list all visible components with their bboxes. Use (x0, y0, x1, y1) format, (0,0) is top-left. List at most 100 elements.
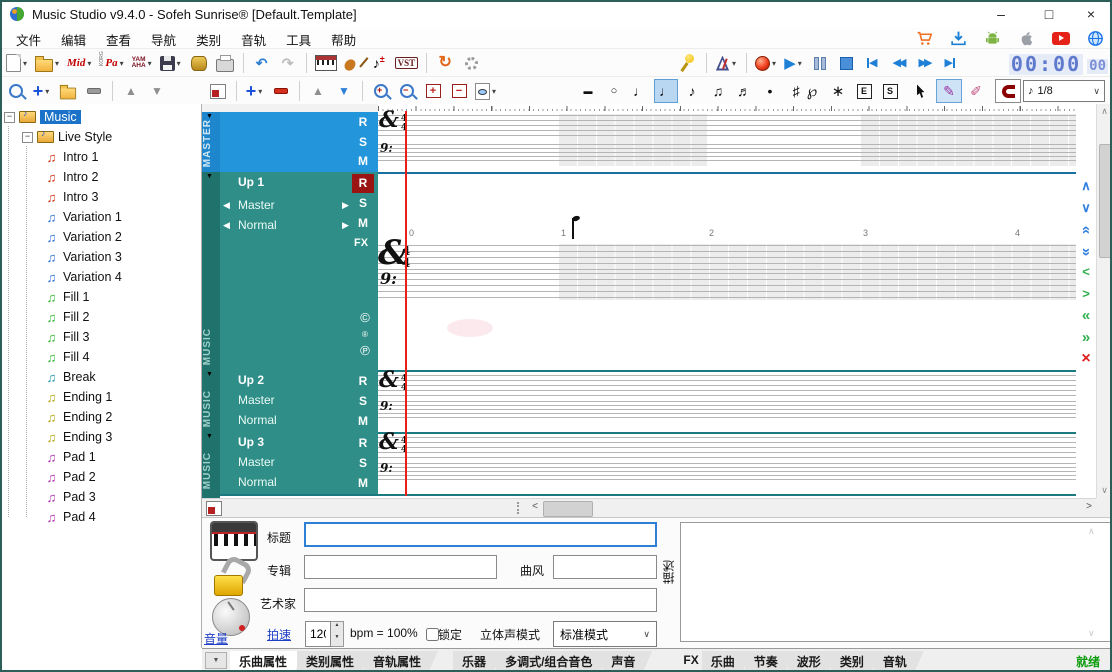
tree-item-variation-4[interactable]: ♫Variation 4 (0, 267, 201, 287)
tree-item-pad-2[interactable]: ♫Pad 2 (0, 467, 201, 487)
eighth-note-button[interactable]: ♪ (680, 79, 704, 103)
tree-item-fill-1[interactable]: ♫Fill 1 (0, 287, 201, 307)
record-button[interactable]: ▾ (753, 52, 780, 74)
scrollbar-thumb[interactable] (1099, 144, 1112, 258)
tree-item-pad-4[interactable]: ♫Pad 4 (0, 507, 201, 527)
remove-track-button[interactable] (269, 80, 293, 102)
chevron-down-icon[interactable]: ▾ (43, 87, 51, 96)
settings-button[interactable] (459, 52, 483, 74)
tree-root-row[interactable]: −Music (0, 107, 201, 127)
scroll-right-arrow[interactable]: > (1082, 501, 1096, 515)
phonogram-icon[interactable]: ℗ (354, 343, 376, 358)
tempo-spinner[interactable]: ▲▼ (305, 621, 344, 647)
tree-item-live-style[interactable]: Live Style (58, 130, 112, 144)
spinner-buttons[interactable]: ▲▼ (331, 621, 344, 647)
print-button[interactable] (213, 52, 237, 74)
ornament-button[interactable]: ∗ (826, 79, 850, 103)
volume-link[interactable]: 音量 (204, 630, 228, 647)
track-mode[interactable]: Normal (238, 218, 277, 232)
track-mute-button[interactable]: M (352, 476, 374, 490)
artist-input[interactable] (304, 588, 657, 612)
padlock-body-icon[interactable] (214, 575, 243, 596)
tree-item-intro-1[interactable]: ♫Intro 1 (0, 147, 201, 167)
expand-rows-button[interactable]: + (421, 80, 445, 102)
track-name[interactable]: Up 2 (238, 373, 264, 387)
last-measure-button[interactable]: » (1076, 329, 1096, 347)
arrow-right-icon[interactable]: ▶ (342, 200, 349, 211)
master-solo-button[interactable]: S (352, 135, 374, 149)
select-tool-button[interactable] (910, 80, 934, 102)
track-down-button[interactable]: ▼ (332, 80, 356, 102)
tab-乐器[interactable]: 乐器 (453, 651, 503, 671)
virtual-guitar-button[interactable] (341, 52, 365, 74)
pause-button[interactable] (808, 52, 832, 74)
chevron-down-icon[interactable]: ▾ (85, 59, 93, 68)
page-up-button[interactable]: « (1077, 220, 1095, 240)
tree-item-ending-2[interactable]: ♫Ending 2 (0, 407, 201, 427)
track-mode[interactable]: Normal (238, 475, 277, 489)
master-mute-button[interactable]: M (352, 154, 374, 168)
metronome-button[interactable]: ▾ (713, 52, 740, 74)
chevron-down-icon[interactable]: ▾ (730, 59, 738, 68)
tree-item-variation-3[interactable]: ♫Variation 3 (0, 247, 201, 267)
redo-button[interactable]: ↷ (276, 52, 300, 74)
scroll-down-button[interactable]: ∨ (1076, 200, 1096, 218)
master-record-button[interactable]: R (352, 115, 374, 129)
collapse-icon[interactable]: ▼ (206, 371, 213, 379)
tab-声音[interactable]: 声音 (602, 651, 652, 671)
tree-item-fill-4[interactable]: ♫Fill 4 (0, 347, 201, 367)
collapse-icon[interactable]: ▼ (206, 433, 213, 441)
track-solo-button[interactable]: S (352, 394, 374, 408)
chevron-down-icon[interactable]: ▾ (796, 59, 804, 68)
chevron-down-icon[interactable]: ▾ (770, 59, 778, 68)
snap-toggle-button[interactable] (995, 79, 1021, 103)
scrollbar-thumb[interactable] (543, 501, 593, 517)
dot-button[interactable]: • (758, 79, 782, 103)
stop-button[interactable] (834, 52, 858, 74)
tree-item-fill-2[interactable]: ♫Fill 2 (0, 307, 201, 327)
tempo-input[interactable] (305, 621, 331, 647)
track-preset[interactable]: Master (238, 455, 275, 469)
score-area[interactable]: & 9: 4 4 & 9: 4 4 01234 乐于分享 ▼ MASTER R (202, 104, 1076, 498)
scroll-left-arrow[interactable]: < (528, 501, 542, 515)
zoom-out-button[interactable]: − (395, 80, 419, 102)
search-button[interactable] (4, 80, 28, 102)
tree-item-variation-2[interactable]: ♫Variation 2 (0, 227, 201, 247)
genre-input[interactable] (553, 555, 657, 579)
download-icon[interactable] (950, 30, 967, 47)
track-name[interactable]: Up 3 (238, 435, 264, 449)
pencil-tool-button[interactable]: ✎ (936, 79, 962, 103)
expression-button[interactable]: E (852, 79, 876, 103)
tab-音轨属性[interactable]: 音轨属性 (364, 651, 438, 671)
vst-plugins-button[interactable]: VST (393, 52, 421, 74)
tempo-link[interactable]: 拍速 (267, 626, 291, 643)
expander-icon[interactable]: − (22, 132, 33, 143)
move-down-button[interactable]: ▼ (145, 80, 169, 102)
title-input[interactable] (304, 522, 657, 547)
tree-item-intro-3[interactable]: ♫Intro 3 (0, 187, 201, 207)
track-strip[interactable]: ▼MUSIC (202, 370, 220, 432)
tab-音轨[interactable]: 音轨 (874, 651, 924, 671)
play-button[interactable]: ▶▾ (782, 52, 806, 74)
track-record-button[interactable]: R (352, 374, 374, 388)
vertical-scrollbar[interactable]: ∧ ∨ (1096, 104, 1112, 498)
collapse-icon[interactable]: ▼ (206, 173, 213, 181)
track-solo-button[interactable]: S (352, 196, 374, 210)
half-note-button[interactable]: ♩ (628, 79, 652, 103)
timeline-ruler[interactable] (378, 104, 1076, 111)
expander-icon[interactable]: − (4, 112, 15, 123)
virtual-keyboard-button[interactable] (313, 52, 339, 74)
symbol-button[interactable]: S (878, 79, 902, 103)
tab-类别[interactable]: 类别 (831, 651, 881, 671)
tab-多调式-组合音色[interactable]: 多调式/组合音色 (496, 651, 609, 671)
arrow-left-icon[interactable]: ◀ (223, 200, 230, 211)
next-measure-button[interactable]: > (1076, 286, 1096, 304)
new-file-button[interactable]: ▾ (4, 52, 31, 74)
half-rest-button[interactable]: ▬ (576, 79, 600, 103)
copyright-icon[interactable]: © (354, 310, 376, 325)
spin-down-icon[interactable]: ▼ (331, 634, 343, 646)
album-input[interactable] (304, 555, 497, 579)
chevron-down-icon[interactable]: ▾ (490, 87, 498, 96)
sixteenth-note-button[interactable]: ♫ (706, 79, 730, 103)
scroll-up-arrow[interactable]: ∧ (1097, 106, 1112, 117)
